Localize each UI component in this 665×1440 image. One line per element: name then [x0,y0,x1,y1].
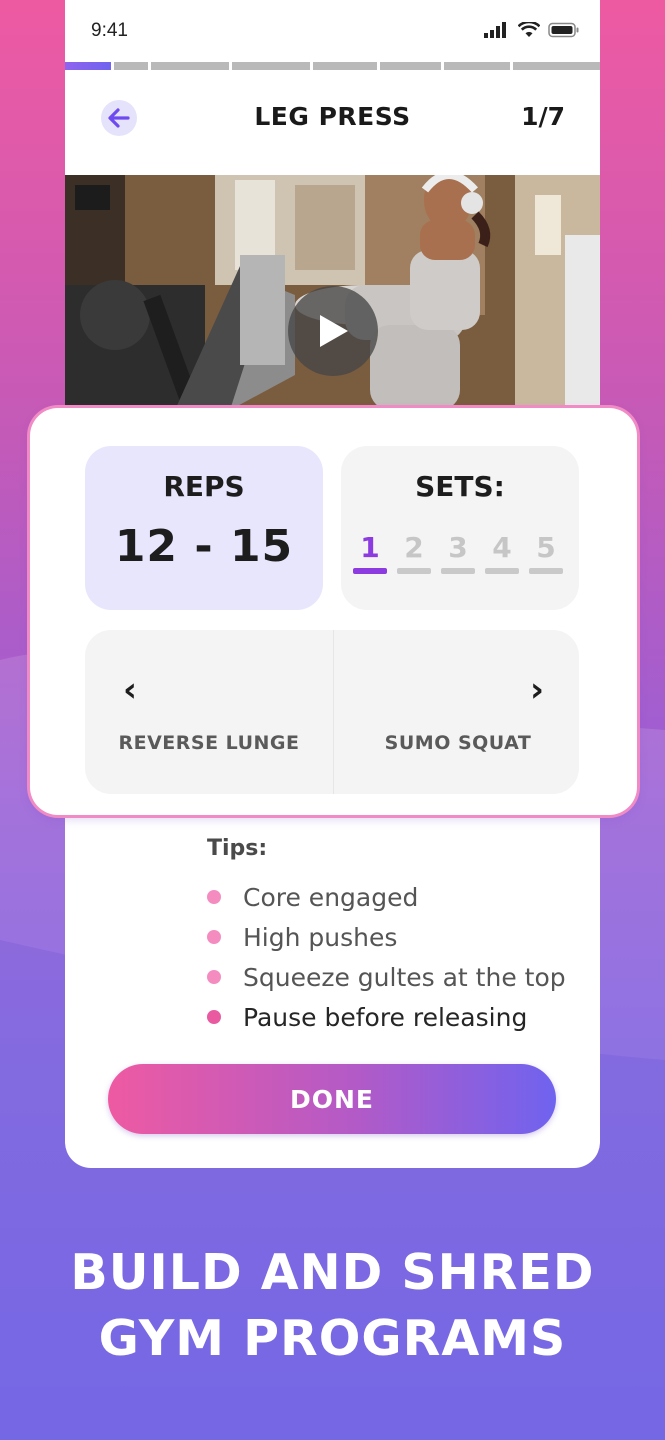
wifi-icon [518,22,540,37]
bullet-icon [207,890,221,904]
status-icons [484,22,580,38]
progress-segment [513,62,600,70]
promo-headline: BUILD AND SHRED GYM PROGRAMS [0,1240,665,1372]
play-button[interactable] [288,286,378,376]
chevron-left-icon: ‹ [123,670,138,710]
tip-text: Core engaged [243,882,419,912]
tip-item: Squeeze gultes at the top [207,957,600,997]
done-button[interactable]: DONE [108,1064,556,1134]
set-indicator [441,568,475,574]
tip-text: Squeeze gultes at the top [243,962,566,992]
set-indicator [485,568,519,574]
progress-segment [380,62,441,70]
exercise-details-card: REPS 12 - 15 SETS: 1 2 3 4 5 ‹ REVERSE L… [30,408,637,815]
next-exercise-label: SUMO SQUAT [384,732,532,754]
set-item[interactable]: 3 [441,531,475,574]
progress-segment [232,62,310,70]
tip-item: Pause before releasing [207,997,600,1037]
battery-icon [548,22,579,38]
status-bar: 9:41 [65,0,600,62]
sets-panel: SETS: 1 2 3 4 5 [341,446,579,610]
sets-selector: 1 2 3 4 5 [353,531,563,574]
header: LEG PRESS 1/7 [65,90,600,150]
tip-text: Pause before releasing [243,1002,528,1032]
previous-exercise-label: REVERSE LUNGE [118,732,300,754]
tips-title: Tips: [207,836,268,861]
progress-segment [151,62,229,70]
exercise-video[interactable] [65,175,600,410]
set-number: 2 [404,531,424,564]
signal-icon [484,22,506,38]
set-indicator [529,568,563,574]
set-number: 5 [536,531,556,564]
reps-value: 12 - 15 [114,521,294,572]
set-indicator [353,568,387,574]
headline-line-2: GYM PROGRAMS [98,1310,567,1367]
tip-item: Core engaged [207,877,600,917]
bullet-icon [207,970,221,984]
next-exercise-button[interactable]: › SUMO SQUAT [334,630,579,794]
status-time: 9:41 [91,20,128,41]
progress-segment [313,62,377,70]
reps-label: REPS [163,470,245,503]
headline-line-1: BUILD AND SHRED [70,1244,595,1301]
play-icon [320,315,348,347]
bullet-icon [207,1010,221,1024]
previous-exercise-button[interactable]: ‹ REVERSE LUNGE [85,630,333,794]
chevron-right-icon: › [529,670,544,710]
progress-segment [444,62,510,70]
set-item[interactable]: 4 [485,531,519,574]
set-item[interactable]: 5 [529,531,563,574]
set-number: 3 [448,531,468,564]
tip-item: High pushes [207,917,600,957]
reps-panel: REPS 12 - 15 [85,446,323,610]
tip-text: High pushes [243,922,398,952]
progress-segment [114,62,148,70]
tips-section: Tips: Core engaged High pushes Squeeze g… [207,836,600,1037]
set-item[interactable]: 1 [353,531,387,574]
set-indicator [397,568,431,574]
sets-label: SETS: [415,470,505,503]
workout-progress-bar [65,62,600,70]
exercise-navigation: ‹ REVERSE LUNGE › SUMO SQUAT [85,630,579,794]
set-number: 1 [360,531,380,564]
progress-segment [65,62,111,70]
set-number: 4 [492,531,512,564]
exercise-title: LEG PRESS [254,102,411,131]
exercise-counter: 1/7 [521,102,565,131]
set-item[interactable]: 2 [397,531,431,574]
bullet-icon [207,930,221,944]
